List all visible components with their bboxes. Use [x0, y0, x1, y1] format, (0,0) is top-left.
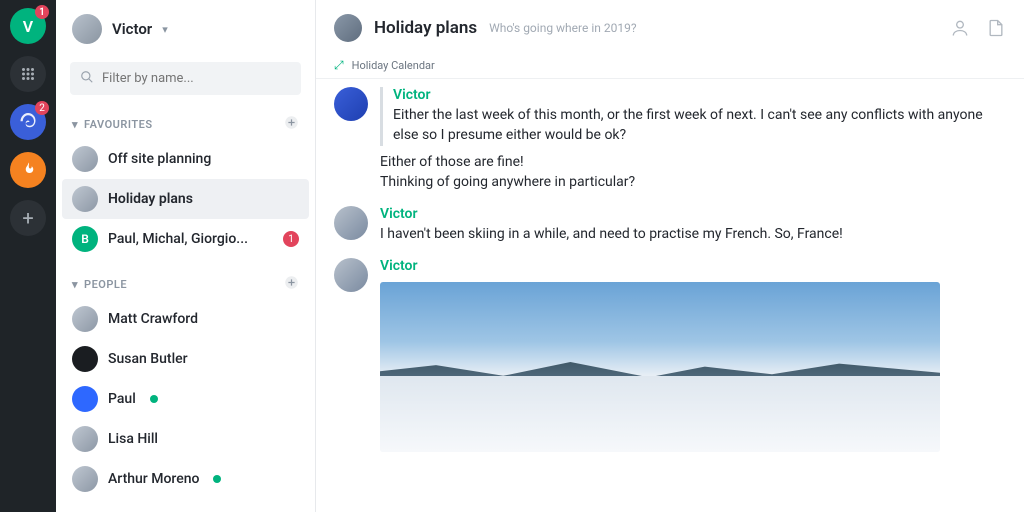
person-avatar [72, 346, 98, 372]
message-image[interactable] [380, 282, 940, 452]
message-text: Thinking of going anywhere in particular… [380, 172, 1006, 192]
room-name: Holiday plans [108, 191, 193, 207]
workspace-rail: V 1 2 + [0, 0, 56, 512]
quote-author: Victor [393, 87, 1006, 103]
favourites-label: FAVOURITES [84, 118, 153, 131]
chevron-down-icon: ▾ [72, 118, 78, 131]
filter-search[interactable] [70, 62, 301, 95]
room-avatar [72, 146, 98, 172]
workspace-app-blue[interactable]: 2 [10, 104, 46, 140]
header-actions [950, 18, 1006, 38]
person-item[interactable]: Susan Butler [62, 339, 309, 379]
swirl-icon [19, 113, 37, 131]
person-name: Arthur Moreno [108, 471, 199, 487]
workspace-avatar[interactable]: V 1 [10, 8, 46, 44]
files-icon[interactable] [986, 18, 1006, 38]
person-item[interactable]: Lisa Hill [62, 419, 309, 459]
person-avatar [72, 386, 98, 412]
message-text: Either of those are fine! [380, 152, 1006, 172]
message-avatar [334, 87, 368, 121]
favourite-item-group[interactable]: B Paul, Michal, Giorgio... 1 [62, 219, 309, 259]
room-avatar [72, 186, 98, 212]
people-section: ▾ PEOPLE Matt Crawford Susan Butler Paul… [56, 269, 315, 499]
message-thread: Victor Either the last week of this mont… [316, 79, 1024, 512]
add-person-button[interactable] [284, 275, 299, 293]
chevron-down-icon: ▾ [72, 278, 78, 291]
sidebar-user-switcher[interactable]: Victor ▾ [56, 0, 315, 58]
workspace-community[interactable] [10, 56, 46, 92]
chevron-down-icon: ▾ [162, 23, 168, 36]
message: Victor [334, 258, 1006, 452]
message-text: I haven't been skiing in a while, and ne… [380, 224, 1006, 244]
plus-icon: + [22, 206, 33, 230]
quoted-message: Victor Either the last week of this mont… [380, 87, 1006, 146]
expand-widget-icon[interactable]: ⤢ [334, 58, 344, 73]
user-avatar [72, 14, 102, 44]
room-name: Off site planning [108, 151, 211, 167]
room-name: Paul, Michal, Giorgio... [108, 231, 248, 247]
add-favourite-button[interactable] [284, 115, 299, 133]
person-item[interactable]: Arthur Moreno [62, 459, 309, 499]
person-name: Paul [108, 391, 136, 407]
conversation-header: Holiday plans Who's going where in 2019? [316, 0, 1024, 53]
workspace-badge: 1 [35, 5, 49, 19]
message-avatar [334, 206, 368, 240]
widget-bar: ⤢ Holiday Calendar [316, 53, 1024, 79]
favourites-header[interactable]: ▾ FAVOURITES [62, 109, 309, 139]
message: Victor I haven't been skiing in a while,… [334, 206, 1006, 244]
conversation-topic: Who's going where in 2019? [489, 21, 636, 35]
presence-indicator [150, 395, 158, 403]
room-avatar: B [72, 226, 98, 252]
person-name: Matt Crawford [108, 311, 198, 327]
person-avatar [72, 426, 98, 452]
filter-input[interactable] [102, 71, 291, 86]
flame-icon [19, 161, 37, 179]
favourite-item-offsite[interactable]: Off site planning [62, 139, 309, 179]
workspace-badge: 2 [35, 101, 49, 115]
person-name: Susan Butler [108, 351, 188, 367]
message: Victor Either the last week of this mont… [334, 87, 1006, 192]
quote-text: Either the last week of this month, or t… [393, 105, 1006, 146]
grid-dots-icon [19, 65, 37, 83]
sidebar: Victor ▾ ▾ FAVOURITES Off site planning … [56, 0, 316, 512]
favourites-section: ▾ FAVOURITES Off site planning Holiday p… [56, 109, 315, 259]
presence-indicator [213, 475, 221, 483]
person-avatar [72, 466, 98, 492]
workspace-add[interactable]: + [10, 200, 46, 236]
widget-label: Holiday Calendar [352, 59, 435, 72]
unread-badge: 1 [283, 231, 299, 247]
person-item[interactable]: Matt Crawford [62, 299, 309, 339]
person-item[interactable]: Paul [62, 379, 309, 419]
message-author: Victor [380, 258, 1006, 274]
people-label: PEOPLE [84, 278, 127, 291]
person-name: Lisa Hill [108, 431, 158, 447]
members-icon[interactable] [950, 18, 970, 38]
message-author: Victor [380, 206, 1006, 222]
workspace-app-orange[interactable] [10, 152, 46, 188]
person-avatar [72, 306, 98, 332]
conversation-avatar [334, 14, 362, 42]
main-panel: Holiday plans Who's going where in 2019?… [316, 0, 1024, 512]
conversation-title: Holiday plans [374, 18, 477, 38]
favourite-item-holiday[interactable]: Holiday plans [62, 179, 309, 219]
message-avatar [334, 258, 368, 292]
people-header[interactable]: ▾ PEOPLE [62, 269, 309, 299]
search-icon [80, 69, 94, 88]
workspace-avatar-letter: V [23, 17, 33, 36]
current-user-name: Victor [112, 20, 152, 38]
